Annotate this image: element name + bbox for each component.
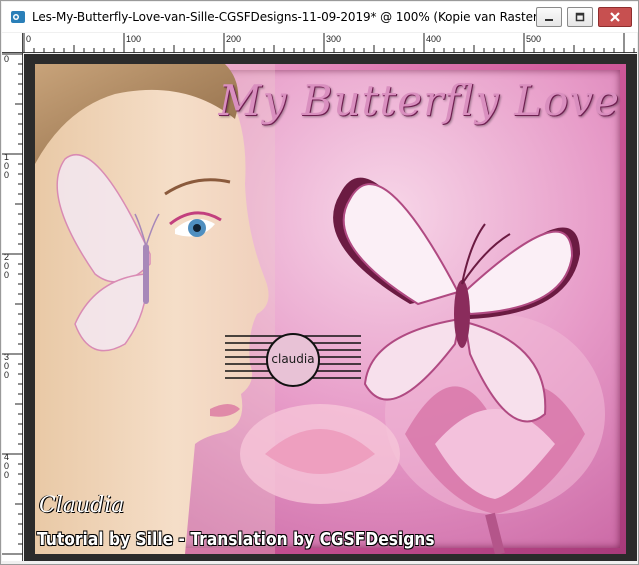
signature: Claudia [39,493,124,518]
image-canvas[interactable]: claudia My Butterfly Love Claudia Tutori… [24,54,637,561]
maximize-icon [575,12,585,22]
maximize-button[interactable] [567,7,593,27]
window-title: Les-My-Butterfly-Love-van-Sille-CGSFDesi… [32,10,554,24]
close-icon [610,12,620,22]
minimize-button[interactable] [536,7,562,27]
title-bar[interactable]: Les-My-Butterfly-Love-van-Sille-CGSFDesi… [2,2,638,32]
ruler-label: 200 [226,34,242,44]
close-button[interactable] [598,7,632,27]
horizontal-ruler[interactable]: 0 100 200 300 400 500 [23,33,637,53]
ruler-label: 100 [126,34,142,44]
vertical-ruler[interactable]: 0 100 200 300 400 [2,53,23,561]
ruler-label: 400 [426,34,442,44]
ruler-label: 200 [4,252,10,280]
ruler-label: 100 [4,152,10,180]
ruler-corner [2,33,23,53]
signature-text: Claudia [39,493,125,518]
paintshop-pro-icon [8,7,28,27]
watermark-text: claudia [271,352,315,366]
ruler-label: 400 [4,452,10,480]
ruler-label: 300 [326,34,342,44]
butterfly-image [333,177,580,423]
watermark-badge: claudia [225,330,361,388]
artwork: claudia My Butterfly Love Claudia Tutori… [35,64,626,554]
credit-text: Tutorial by Sille - Translation by CGSFD… [37,529,435,550]
ruler-label: 300 [4,352,10,380]
artwork-title: My Butterfly Love [218,76,620,125]
document-window: Les-My-Butterfly-Love-van-Sille-CGSFDesi… [0,0,639,565]
ruler-label: 0 [4,54,10,64]
minimize-icon [545,19,553,21]
ruler-label: 0 [26,34,32,44]
ruler-label: 500 [526,34,542,44]
